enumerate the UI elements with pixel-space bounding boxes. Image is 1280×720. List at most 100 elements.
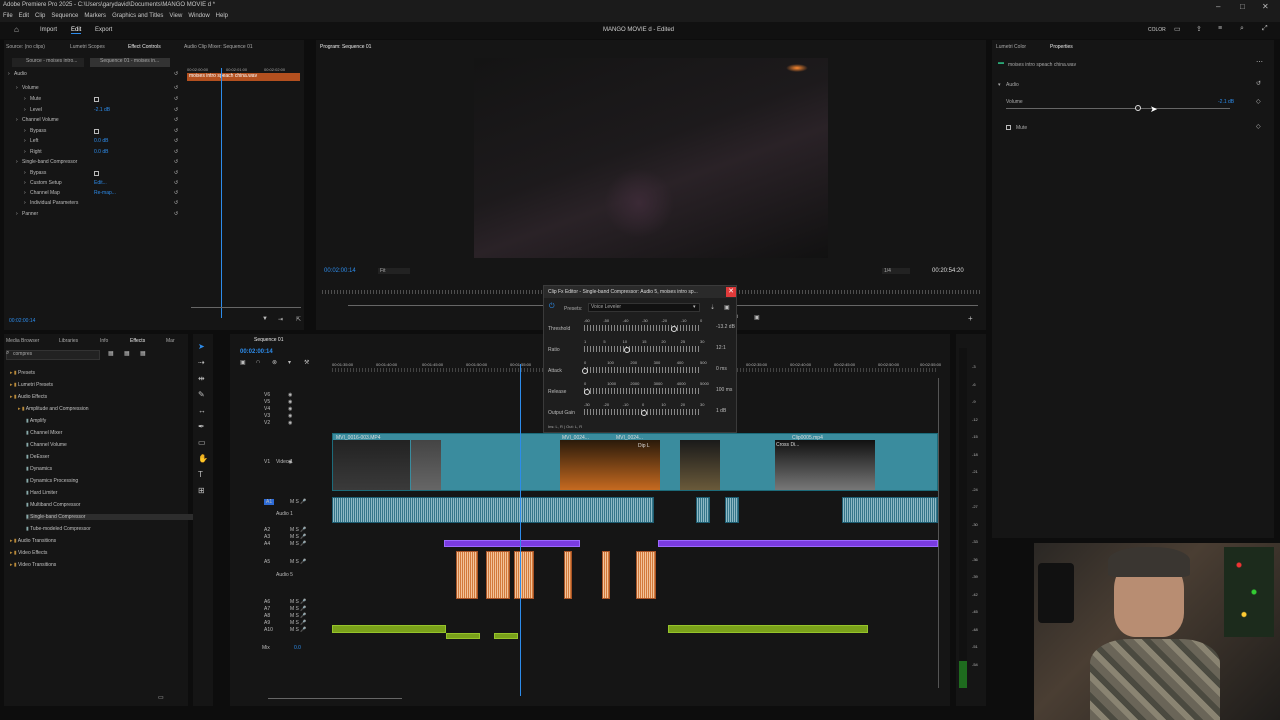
ec-row-volume[interactable]: Volume bbox=[22, 85, 39, 91]
track-v1[interactable]: V1 bbox=[264, 459, 270, 465]
ec-row-level[interactable]: Level bbox=[30, 107, 42, 113]
ec-value[interactable]: -2.1 dB bbox=[94, 107, 110, 113]
selection-tool-icon[interactable]: ➤ bbox=[198, 342, 205, 351]
ec-caret-icon[interactable]: › bbox=[24, 190, 26, 196]
menu-help[interactable]: Help bbox=[216, 13, 228, 19]
ec-row-channel-map[interactable]: Channel Map bbox=[30, 190, 60, 196]
keyframe-icon[interactable]: ◇ bbox=[1256, 98, 1261, 105]
ec-row-panner[interactable]: Panner bbox=[22, 211, 38, 217]
mute-checkbox[interactable] bbox=[1006, 125, 1011, 130]
a1-clip-3[interactable] bbox=[725, 497, 739, 523]
reset-icon[interactable]: ↺ bbox=[1256, 80, 1261, 87]
effect-item-single-band-compressor[interactable]: ▮ Single-band Compressor bbox=[26, 514, 196, 520]
mute-solo-icon[interactable]: M S 🎤 bbox=[290, 559, 307, 565]
ec-caret-icon[interactable]: › bbox=[24, 170, 26, 176]
track-a10[interactable]: A10 bbox=[264, 627, 273, 633]
effect-item-multiband-compressor[interactable]: ▮ Multiband Compressor bbox=[26, 502, 80, 508]
param-value[interactable]: -13.2 dB bbox=[716, 324, 735, 330]
param-slider-track[interactable] bbox=[584, 367, 700, 373]
ec-caret-icon[interactable]: › bbox=[8, 71, 10, 77]
a5-clip-2[interactable] bbox=[486, 551, 510, 599]
ec-row-channel-volume[interactable]: Channel Volume bbox=[22, 117, 59, 123]
new-folder-icon[interactable]: ▭ bbox=[158, 694, 164, 701]
tab-lumetri-scopes[interactable]: Lumetri Scopes bbox=[70, 44, 105, 50]
param-value[interactable]: 1 dB bbox=[716, 408, 726, 414]
playhead[interactable] bbox=[221, 68, 222, 318]
reset-icon[interactable]: ↺ bbox=[174, 211, 178, 217]
param-slider-knob[interactable] bbox=[671, 326, 678, 332]
reset-icon[interactable]: ↺ bbox=[174, 180, 178, 186]
button-editor-icon[interactable]: ▣ bbox=[754, 314, 760, 321]
minimize-icon[interactable]: – bbox=[1216, 2, 1220, 11]
menu-view[interactable]: View bbox=[169, 13, 182, 19]
rectangle-icon[interactable]: ▭ bbox=[198, 438, 206, 447]
mute-solo-icon[interactable]: M S 🎤 bbox=[290, 620, 307, 626]
add-button-icon[interactable]: + bbox=[968, 314, 973, 323]
tab-effect-controls[interactable]: Effect Controls bbox=[128, 44, 161, 50]
video-frame[interactable] bbox=[474, 58, 828, 258]
razor-icon[interactable]: ✎ bbox=[198, 390, 205, 399]
effect-item-hard-limiter[interactable]: ▮ Hard Limiter bbox=[26, 490, 57, 496]
timeline-playhead[interactable] bbox=[520, 364, 521, 696]
ec-caret-icon[interactable]: › bbox=[16, 159, 18, 165]
ec-zoom-bar[interactable] bbox=[191, 307, 301, 308]
a1-clip-2[interactable] bbox=[696, 497, 710, 523]
param-slider-knob[interactable] bbox=[584, 389, 591, 395]
a5-clip-4[interactable] bbox=[564, 551, 572, 599]
effect-item-amplify[interactable]: ▮ Amplify bbox=[26, 418, 46, 424]
export-icon[interactable]: ⇱ bbox=[296, 316, 301, 323]
menu-clip[interactable]: Clip bbox=[35, 13, 45, 19]
effect-item-audio-effects[interactable]: ▸ ▮ Audio Effects bbox=[10, 394, 47, 400]
more-options-icon[interactable]: ⋯ bbox=[1256, 58, 1263, 66]
mute-keyframe-icon[interactable]: ◇ bbox=[1256, 123, 1261, 130]
color-workspace[interactable]: COLOR bbox=[1148, 27, 1166, 33]
a4-clip-2[interactable] bbox=[658, 540, 938, 547]
tab-source[interactable]: Source: (no clips) bbox=[6, 44, 45, 50]
hand-icon[interactable]: ✋ bbox=[198, 454, 208, 463]
reset-icon[interactable]: ↺ bbox=[174, 149, 178, 155]
mute-solo-icon[interactable]: M S 🎤 bbox=[290, 499, 307, 505]
a5-clip-1[interactable] bbox=[456, 551, 478, 599]
ec-caret-icon[interactable]: › bbox=[24, 200, 26, 206]
menu-sequence[interactable]: Sequence bbox=[51, 13, 78, 19]
ec-caret-icon[interactable]: › bbox=[24, 96, 26, 102]
param-slider-track[interactable] bbox=[584, 325, 700, 331]
nav-edit[interactable]: Edit bbox=[71, 27, 82, 34]
music-clip-3[interactable] bbox=[494, 633, 518, 639]
fullscreen-icon[interactable]: ⤢ bbox=[1262, 25, 1268, 33]
effect-item-presets[interactable]: ▸ ▮ Presets bbox=[10, 370, 35, 376]
presets-dropdown[interactable]: Voice Leveler ▾ bbox=[588, 303, 700, 312]
sequence-clip-tab[interactable]: Sequence 01 - moises in... bbox=[90, 58, 170, 67]
source-clip-tab[interactable]: Source - moises intro... bbox=[12, 58, 84, 67]
menu-graphics-and-titles[interactable]: Graphics and Titles bbox=[112, 13, 163, 19]
linked-selection-icon[interactable]: ⊗ bbox=[272, 359, 277, 366]
ec-checkbox[interactable] bbox=[94, 171, 99, 176]
ec-row-bypass[interactable]: Bypass bbox=[30, 128, 46, 134]
save-preset-icon[interactable]: ⇣ bbox=[710, 304, 715, 311]
tab-properties[interactable]: Properties bbox=[1050, 44, 1073, 50]
a5-clip-5[interactable] bbox=[602, 551, 610, 599]
ec-caret-icon[interactable]: › bbox=[16, 85, 18, 91]
dialog-close-button[interactable]: ✕ bbox=[726, 287, 736, 297]
reset-icon[interactable]: ↺ bbox=[174, 107, 178, 113]
ec-row-audio[interactable]: Audio bbox=[14, 71, 27, 77]
eye-icon[interactable]: ◉ bbox=[288, 406, 292, 412]
reset-icon[interactable]: ↺ bbox=[174, 138, 178, 144]
panel-icon[interactable]: ▭ bbox=[1174, 25, 1181, 33]
track-a8[interactable]: A8 bbox=[264, 613, 270, 619]
effects-search-input[interactable]: compres bbox=[6, 350, 100, 360]
track-v6[interactable]: V6 bbox=[264, 392, 270, 398]
ec-row-right[interactable]: Right bbox=[30, 149, 42, 155]
track-a5[interactable]: A5 bbox=[264, 559, 270, 565]
ec-caret-icon[interactable]: › bbox=[24, 107, 26, 113]
ec-row-individual-parameters[interactable]: Individual Parameters bbox=[30, 200, 78, 206]
home-icon[interactable]: ⌂ bbox=[14, 25, 19, 34]
effect-item-deesser[interactable]: ▮ DeEsser bbox=[26, 454, 49, 460]
nav-import[interactable]: Import bbox=[40, 27, 57, 33]
captions-icon[interactable]: ⊞ bbox=[198, 486, 205, 495]
close-icon[interactable]: ✕ bbox=[1262, 2, 1269, 11]
eye-icon[interactable]: ◉ bbox=[288, 413, 292, 419]
power-icon[interactable]: ⏻ bbox=[549, 303, 555, 311]
dialog-titlebar[interactable]: Clip Fx Editor - Single-band Compressor:… bbox=[544, 286, 736, 298]
reset-icon[interactable]: ↺ bbox=[174, 71, 178, 77]
